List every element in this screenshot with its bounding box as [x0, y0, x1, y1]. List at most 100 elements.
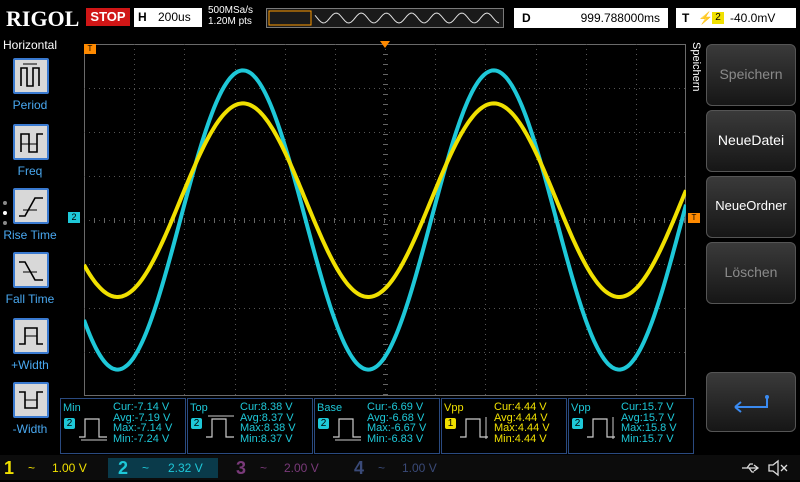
measurement-source: 2: [572, 418, 583, 429]
timebase-value: 200us: [158, 10, 191, 24]
period-icon: [13, 58, 49, 94]
measure-menu-title: Horizontal: [2, 38, 58, 52]
trigger-position-marker[interactable]: [380, 36, 390, 48]
measurement-source: 2: [64, 418, 75, 429]
channel-number: 3: [236, 458, 247, 478]
loeschen-button[interactable]: Löschen: [706, 242, 796, 304]
rising-edge-icon: ⚡: [698, 11, 713, 25]
minimum-value: Min:8.37 V: [240, 432, 293, 445]
neue-datei-button[interactable]: NeueDatei: [706, 110, 796, 172]
frequency-icon: [13, 124, 49, 160]
neue-ordner-button[interactable]: NeueOrdner: [706, 176, 796, 238]
channel-number: 2: [118, 458, 129, 478]
measure-negative-width-button[interactable]: -Width: [0, 382, 60, 444]
channel-4-status[interactable]: 4 ~ 1.00 V: [354, 458, 454, 478]
measure-fall-time-button[interactable]: Fall Time: [0, 252, 60, 314]
measurement-vpp-ch2[interactable]: Vpp 2 Cur:15.7 V Avg:15.7 V Max:15.8 V M…: [568, 398, 694, 454]
measure-period-button[interactable]: Period: [0, 58, 60, 120]
measurement-source: 1: [445, 418, 456, 429]
negative-width-icon: [13, 382, 49, 418]
maximum-value: Max:-6.67 V: [367, 422, 427, 434]
measurement-vpp-ch1[interactable]: Vpp 1 Cur:4.44 V Avg:4.44 V Max:4.44 V M…: [441, 398, 567, 454]
channel-number: 1: [4, 458, 15, 478]
acquisition-info: 500MSa/s 1.20M pts: [208, 5, 253, 27]
coupling-icon: ~: [378, 461, 386, 475]
measure-rise-time-button[interactable]: Rise Time: [0, 188, 60, 250]
vertical-scale: 2.32 V: [168, 461, 203, 475]
measurement-min[interactable]: Min 2 Cur:-7.14 V Avg:-7.19 V Max:-7.14 …: [60, 398, 186, 454]
menu-item-label: -Width: [12, 422, 48, 436]
return-button[interactable]: [706, 372, 796, 432]
current-value: Cur:8.38 V: [240, 401, 293, 413]
coupling-icon: ~: [260, 461, 268, 475]
button-label: Löschen: [724, 264, 778, 280]
trigger-label: T: [682, 11, 690, 25]
maximum-value: Max:4.44 V: [494, 422, 550, 434]
measurement-source: 2: [318, 418, 329, 429]
trigger-level: -40.0mV: [730, 11, 776, 25]
minimum-value: Min:4.44 V: [494, 432, 547, 445]
measurement-name: Top: [190, 402, 208, 414]
measure-frequency-button[interactable]: Freq: [0, 124, 60, 186]
measurement-base[interactable]: Base 2 Cur:-6.69 V Avg:-6.68 V Max:-6.67…: [314, 398, 440, 454]
menu-item-label: Rise Time: [3, 228, 57, 242]
button-label: NeueDatei: [717, 132, 785, 148]
measurement-name: Min: [63, 402, 81, 414]
trigger-time-marker[interactable]: T: [84, 44, 96, 54]
brand-logo: RIGOL: [6, 6, 80, 31]
trigger-level-marker[interactable]: T: [688, 213, 700, 223]
run-stop-status[interactable]: STOP: [86, 8, 130, 26]
minimum-value: Min:-6.83 V: [367, 432, 424, 445]
menu-item-label: Period: [12, 98, 48, 112]
speichern-button[interactable]: Speichern: [706, 44, 796, 106]
channel-3-status[interactable]: 3 ~ 2.00 V: [236, 458, 336, 478]
current-value: Cur:15.7 V: [621, 401, 674, 413]
save-menu-title: Speichern: [690, 42, 702, 92]
trigger-source: 2: [712, 12, 724, 24]
measurement-top[interactable]: Top 2 Cur:8.38 V Avg:8.37 V Max:8.38 V M…: [187, 398, 313, 454]
sample-rate: 500MSa/s: [208, 5, 254, 16]
waveform-graticule: [82, 44, 688, 396]
measurement-name: Vpp: [444, 402, 464, 414]
channel-2-ground-marker[interactable]: 2: [68, 212, 80, 223]
memory-waveform-overview: [268, 10, 500, 26]
current-value: Cur:-6.69 V: [367, 401, 424, 413]
measure-positive-width-button[interactable]: +Width: [0, 318, 60, 380]
menu-item-label: Freq: [17, 164, 43, 178]
measurement-name: Vpp: [571, 402, 591, 414]
top-measure-icon: [206, 415, 234, 438]
view-window: [268, 10, 312, 26]
current-value: Cur:4.44 V: [494, 401, 547, 413]
base-measure-icon: [333, 418, 361, 441]
memory-depth: 1.20M pts: [208, 16, 252, 27]
vpp-measure-icon: [587, 417, 615, 439]
vertical-scale: 2.00 V: [284, 461, 319, 475]
delay-indicator[interactable]: D 999.788000ms: [514, 8, 668, 28]
measurement-source: 2: [191, 418, 202, 429]
channel-2-status[interactable]: 2 ~ 2.32 V: [118, 458, 218, 478]
timebase-label: H: [138, 10, 147, 24]
maximum-value: Max:15.8 V: [621, 422, 677, 434]
trigger-indicator[interactable]: T ⚡ 2 -40.0mV: [676, 8, 796, 28]
timebase-indicator[interactable]: H 200us: [134, 8, 202, 27]
channel-number: 4: [354, 458, 365, 478]
menu-item-label: Fall Time: [5, 292, 55, 306]
measurement-name: Base: [317, 402, 343, 414]
rise-time-icon: [13, 188, 49, 224]
delay-label: D: [522, 11, 531, 25]
channel-1-status[interactable]: 1 ~ 1.00 V: [4, 458, 104, 478]
current-value: Cur:-7.14 V: [113, 401, 170, 413]
memory-position-bar: [266, 8, 504, 28]
speaker-muted-icon[interactable]: [766, 459, 790, 477]
vertical-scale: 1.00 V: [52, 461, 87, 475]
button-label: Speichern: [719, 66, 783, 82]
mini-waveform: [314, 12, 500, 24]
menu-page-dots[interactable]: [2, 200, 8, 230]
menu-item-label: +Width: [11, 358, 49, 372]
waveform-display[interactable]: [82, 44, 688, 396]
usb-icon: [740, 460, 760, 476]
button-label: NeueOrdner: [715, 198, 787, 213]
vpp-measure-icon: [460, 417, 488, 439]
min-measure-icon: [79, 418, 107, 441]
vertical-scale: 1.00 V: [402, 461, 437, 475]
